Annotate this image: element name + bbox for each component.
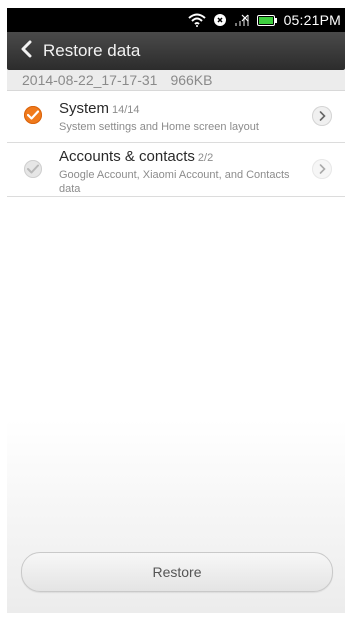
back-button[interactable] bbox=[11, 32, 41, 70]
back-arrow-icon bbox=[20, 40, 32, 63]
backup-info: 2014-08-22_17-17-31 966KB bbox=[7, 70, 345, 91]
battery-icon bbox=[256, 14, 277, 26]
item-count: 14/14 bbox=[112, 104, 140, 116]
list-item-accounts-contacts[interactable]: Accounts & contacts 2/2 Google Account, X… bbox=[7, 143, 345, 197]
item-description: System settings and Home screen layout bbox=[59, 121, 259, 133]
alarm-icon bbox=[213, 13, 227, 27]
item-title: System bbox=[59, 100, 110, 117]
status-time: 05:21PM bbox=[283, 12, 341, 28]
restore-button[interactable]: Restore bbox=[21, 552, 333, 592]
page-title: Restore data bbox=[43, 41, 141, 60]
list-item-system[interactable]: System 14/14 System settings and Home scr… bbox=[7, 92, 345, 143]
backup-size: 966KB bbox=[170, 72, 213, 88]
checkbox-unchecked-icon[interactable] bbox=[24, 160, 42, 178]
backup-date: 2014-08-22_17-17-31 bbox=[22, 72, 158, 88]
checkbox-checked-icon[interactable] bbox=[24, 106, 42, 124]
restore-items-list: System 14/14 System settings and Home scr… bbox=[7, 92, 345, 197]
title-bar: Restore data bbox=[7, 32, 345, 70]
item-count: 2/2 bbox=[197, 152, 214, 164]
item-title: Accounts & contacts bbox=[59, 148, 195, 165]
signal-icon bbox=[234, 14, 250, 26]
chevron-right-icon[interactable] bbox=[312, 159, 332, 179]
item-description: Google Account, Xiaomi Account, and Cont… bbox=[59, 169, 290, 195]
wifi-icon bbox=[187, 13, 206, 27]
chevron-right-icon[interactable] bbox=[312, 106, 332, 126]
screen: 05:21PM Restore data 2014-08-22_17-17-31… bbox=[7, 8, 345, 613]
status-bar: 05:21PM bbox=[7, 8, 345, 32]
